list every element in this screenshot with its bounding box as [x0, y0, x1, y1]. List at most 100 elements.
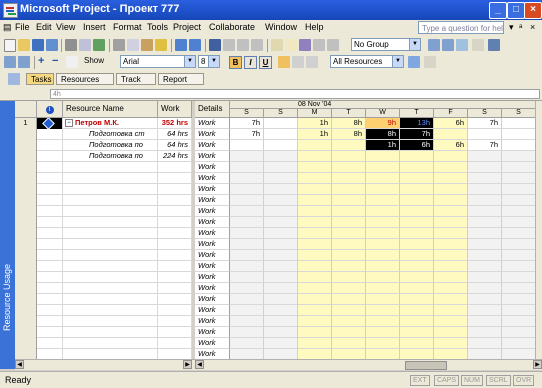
print-preview-icon[interactable]: [79, 39, 91, 51]
filter-select[interactable]: All Resources ▼: [330, 55, 404, 68]
timescale-cell[interactable]: [264, 327, 298, 338]
timescale-cell[interactable]: [502, 327, 535, 338]
resource-name-cell[interactable]: [63, 173, 158, 184]
timescale-cell[interactable]: [434, 195, 468, 206]
timescale-cell[interactable]: [502, 294, 535, 305]
timescale-cell[interactable]: [230, 195, 264, 206]
timescale-cell[interactable]: [230, 294, 264, 305]
task-notes-icon[interactable]: [285, 39, 297, 51]
timescale-cell[interactable]: [502, 129, 535, 140]
timescale-cell[interactable]: [264, 261, 298, 272]
timescale-cell[interactable]: [366, 184, 400, 195]
timescale-cell[interactable]: [434, 151, 468, 162]
timescale-cell[interactable]: 9h: [366, 118, 400, 129]
timescale-cell[interactable]: [230, 173, 264, 184]
table-row[interactable]: [15, 294, 192, 305]
timescale-cell[interactable]: [366, 173, 400, 184]
timescale-cell[interactable]: [298, 250, 332, 261]
unlink-tasks-icon[interactable]: [237, 39, 249, 51]
timescale-cell[interactable]: [264, 118, 298, 129]
timescale-cell[interactable]: [264, 140, 298, 151]
timescale-cell[interactable]: 8h: [366, 129, 400, 140]
timescale-cell[interactable]: [400, 228, 434, 239]
details-header[interactable]: Details: [195, 101, 230, 118]
format-painter-icon[interactable]: [155, 39, 167, 51]
timescale-cell[interactable]: [400, 162, 434, 173]
timescale-cell[interactable]: [366, 250, 400, 261]
timescale-cell[interactable]: [400, 250, 434, 261]
timescale-cell[interactable]: [298, 217, 332, 228]
scroll-left-icon[interactable]: ◀: [195, 360, 204, 369]
work-cell[interactable]: [158, 316, 192, 327]
bold-button[interactable]: B: [229, 56, 242, 69]
scroll-left-icon[interactable]: ◀: [15, 360, 24, 369]
timescale-cell[interactable]: [434, 206, 468, 217]
work-cell[interactable]: 64 hrs: [158, 129, 192, 140]
row-id[interactable]: [15, 239, 37, 250]
timescale-cell[interactable]: [264, 338, 298, 349]
work-cell[interactable]: [158, 173, 192, 184]
timescale-cell[interactable]: [332, 195, 366, 206]
help-search-input[interactable]: Type a question for help: [418, 21, 504, 34]
table-row[interactable]: [15, 261, 192, 272]
timescale-cell[interactable]: 13h: [400, 118, 434, 129]
timescale-cell[interactable]: [264, 250, 298, 261]
table-row[interactable]: [15, 217, 192, 228]
timescale-cell[interactable]: [502, 283, 535, 294]
resource-name-cell[interactable]: Подготовка по: [63, 151, 158, 162]
work-cell[interactable]: 224 hrs: [158, 151, 192, 162]
timescale-cell[interactable]: [230, 184, 264, 195]
timescale-cell[interactable]: [298, 316, 332, 327]
timescale-cell[interactable]: [264, 272, 298, 283]
hyperlink-icon[interactable]: [209, 39, 221, 51]
timescale-cell[interactable]: [366, 239, 400, 250]
timescale-cell[interactable]: [332, 239, 366, 250]
menu-window[interactable]: Window: [265, 22, 297, 32]
day-header[interactable]: S: [468, 109, 502, 118]
timescale-cell[interactable]: [434, 184, 468, 195]
timescale-cell[interactable]: [332, 338, 366, 349]
hide-subtasks-icon[interactable]: −: [52, 56, 64, 68]
timescale-cell[interactable]: [264, 206, 298, 217]
timescale-cell[interactable]: [468, 261, 502, 272]
timescale-cell[interactable]: [298, 173, 332, 184]
day-header[interactable]: S: [502, 109, 535, 118]
align-right-icon[interactable]: [306, 56, 318, 68]
row-id[interactable]: [15, 272, 37, 283]
timescale-cell[interactable]: [366, 272, 400, 283]
timescale-cell[interactable]: [366, 294, 400, 305]
work-cell[interactable]: [158, 184, 192, 195]
timescale-cell[interactable]: [298, 140, 332, 151]
timescale-cell[interactable]: 8h: [332, 129, 366, 140]
table-row[interactable]: Подготовка по 224 hrs: [15, 151, 192, 162]
timescale-cell[interactable]: [502, 272, 535, 283]
resources-button[interactable]: Resources: [56, 73, 114, 85]
timescale-cell[interactable]: [332, 173, 366, 184]
timescale-cell[interactable]: [366, 338, 400, 349]
italic-button[interactable]: I: [244, 56, 257, 69]
underline-button[interactable]: U: [259, 56, 272, 69]
work-cell[interactable]: [158, 195, 192, 206]
go-to-task-icon[interactable]: [456, 39, 468, 51]
timescale-cell[interactable]: [400, 239, 434, 250]
timescale-cell[interactable]: [366, 195, 400, 206]
resource-name-header[interactable]: Resource Name: [63, 101, 158, 118]
project-app-icon[interactable]: [3, 3, 18, 18]
timescale-cell[interactable]: [468, 151, 502, 162]
timescale-cell[interactable]: [230, 327, 264, 338]
resource-name-cell[interactable]: [63, 228, 158, 239]
timescale-cell[interactable]: [400, 327, 434, 338]
row-id[interactable]: [15, 283, 37, 294]
timescale-cell[interactable]: [468, 294, 502, 305]
timescale-cell[interactable]: [230, 217, 264, 228]
table-row[interactable]: [15, 338, 192, 349]
timescale-cell[interactable]: [298, 239, 332, 250]
doc-close-icon[interactable]: ×: [530, 22, 535, 32]
resource-name-cell[interactable]: [63, 195, 158, 206]
timescale-cell[interactable]: [366, 151, 400, 162]
timescale-cell[interactable]: [332, 272, 366, 283]
timescale-cell[interactable]: [230, 151, 264, 162]
row-id[interactable]: [15, 261, 37, 272]
scroll-thumb[interactable]: [405, 361, 447, 370]
timescale-cell[interactable]: [332, 305, 366, 316]
